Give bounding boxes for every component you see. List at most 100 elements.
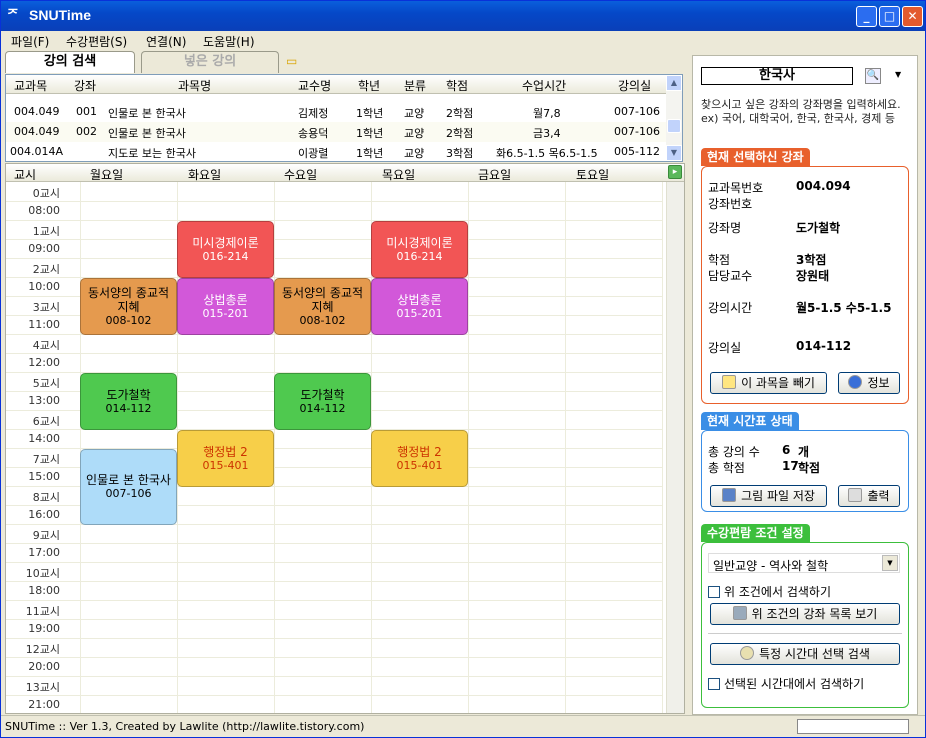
- search-in-condition-checkbox[interactable]: 위 조건에서 검색하기: [708, 583, 831, 600]
- course-block-room: 008-102: [299, 313, 346, 327]
- checkbox-icon[interactable]: [708, 678, 720, 690]
- row-line: [6, 657, 662, 658]
- course-list[interactable]: 교과목 강좌 과목명 교수명 학년 분류 학점 수업시간 강의실 004.049…: [5, 74, 683, 162]
- checkbox-icon[interactable]: [708, 586, 720, 598]
- course-block[interactable]: 상법총론 015-201: [371, 278, 468, 335]
- cell-section: 001: [76, 105, 97, 118]
- course-block[interactable]: 행정법 2 015-401: [177, 430, 274, 487]
- course-block-name: 행정법 2: [203, 444, 248, 459]
- time-value: 월5-1.5 수5-1.5: [796, 301, 892, 315]
- info-button[interactable]: 정보: [838, 372, 900, 394]
- minimize-button[interactable]: _: [856, 6, 877, 27]
- cell-credit: 2학점: [446, 127, 474, 140]
- menu-file[interactable]: 파일(F): [11, 33, 49, 50]
- col-name[interactable]: 과목명: [178, 77, 211, 94]
- menu-course-guide[interactable]: 수강편람(S): [66, 33, 127, 50]
- total-credits-label: 총 학점: [708, 461, 745, 475]
- clock-icon: [740, 646, 755, 660]
- search-icon[interactable]: 🔍: [865, 68, 881, 84]
- chevron-down-icon[interactable]: ▼: [895, 70, 901, 79]
- list-scrollbar[interactable]: ▲ ▼: [666, 75, 682, 161]
- course-block[interactable]: 미시경제이론 016-214: [177, 221, 274, 278]
- course-block[interactable]: 동서양의 종교적 지혜 008-102: [274, 278, 371, 335]
- expand-icon[interactable]: ▸: [668, 165, 682, 179]
- print-button[interactable]: 출력: [838, 485, 900, 507]
- maximize-button[interactable]: □: [879, 6, 900, 27]
- course-block-name: 행정법 2: [397, 444, 442, 459]
- time-search-button[interactable]: 특정 시간대 선택 검색: [710, 643, 900, 665]
- period-label: 1교시: [32, 225, 60, 238]
- scroll-down-icon[interactable]: ▼: [666, 145, 682, 161]
- new-tab-icon[interactable]: ▭: [286, 54, 300, 68]
- period-label: 3교시: [32, 301, 60, 314]
- col-code[interactable]: 교과목: [14, 77, 47, 94]
- selected-course-title: 현재 선택하신 강좌: [701, 148, 810, 166]
- col-tuesday: 화요일: [188, 168, 222, 182]
- cell-time: 화6.5-1.5 목6.5-1.5: [496, 147, 598, 160]
- menu-connect[interactable]: 연결(N): [146, 33, 186, 50]
- menu-help[interactable]: 도움말(H): [203, 33, 255, 50]
- table-row[interactable]: 004.049 001 인물로 본 한국사 김제정 1학년 교양 2학점 월7,…: [6, 102, 666, 122]
- period-label: 2교시: [32, 263, 60, 276]
- cell-time: 월7,8: [533, 107, 561, 120]
- course-block-room: 016-214: [202, 249, 249, 263]
- cell-category: 교양: [404, 127, 425, 140]
- category-select[interactable]: 일반교양 - 역사와 철학 ▼: [708, 553, 900, 573]
- row-line: [6, 543, 662, 544]
- col-room[interactable]: 강의실: [618, 77, 651, 94]
- course-block[interactable]: 미시경제이론 016-214: [371, 221, 468, 278]
- table-row[interactable]: 004.049 002 인물로 본 한국사 송용덕 1학년 교양 2학점 금3,…: [6, 122, 666, 142]
- close-button[interactable]: ✕: [902, 6, 923, 27]
- save-image-label: 그림 파일 저장: [741, 489, 815, 503]
- course-block-name: 인물로 본 한국사: [86, 473, 171, 487]
- col-credit[interactable]: 학점: [446, 77, 468, 94]
- credit-value: 3학점: [796, 253, 827, 267]
- col-section[interactable]: 강좌: [74, 77, 96, 94]
- tab-course-search[interactable]: 강의 검색: [5, 51, 135, 73]
- grid-scrollbar[interactable]: [666, 182, 684, 713]
- course-block[interactable]: 인물로 본 한국사 007-106: [80, 449, 177, 525]
- period-label: 09:00: [28, 242, 60, 255]
- scroll-thumb[interactable]: [667, 119, 681, 133]
- col-period: 교시: [14, 168, 37, 182]
- search-hint: 찾으시고 싶은 강좌의 강좌명을 입력하세요. ex) 국어, 대학국어, 한국…: [701, 98, 901, 125]
- course-block[interactable]: 상법총론 015-201: [177, 278, 274, 335]
- course-block[interactable]: 행정법 2 015-401: [371, 430, 468, 487]
- row-line: [6, 676, 662, 677]
- course-search-input[interactable]: 한국사: [701, 67, 853, 85]
- col-year[interactable]: 학년: [358, 77, 380, 94]
- col-time[interactable]: 수업시간: [522, 77, 566, 94]
- row-line: [6, 619, 662, 620]
- professor-value: 장원태: [796, 269, 830, 283]
- cell-year: 1학년: [356, 107, 384, 120]
- right-panel: 한국사 🔍 ▼ 찾으시고 싶은 강좌의 강좌명을 입력하세요. ex) 국어, …: [692, 55, 918, 715]
- course-block[interactable]: 도가철학 014-112: [80, 373, 177, 430]
- chevron-down-icon[interactable]: ▼: [882, 555, 898, 571]
- course-block[interactable]: 동서양의 종교적 지혜 008-102: [80, 278, 177, 335]
- period-label: 11:00: [28, 318, 60, 331]
- save-image-button[interactable]: 그림 파일 저장: [710, 485, 827, 507]
- period-label: 4교시: [32, 339, 60, 352]
- app-window: ᅎ SNUTime _ □ ✕ 파일(F) 수강편람(S) 연결(N) 도움말(…: [0, 0, 926, 738]
- col-line: [565, 182, 566, 713]
- col-category[interactable]: 분류: [404, 77, 426, 94]
- cell-credit: 3학점: [446, 147, 474, 160]
- total-credits-unit: 학점: [798, 461, 821, 475]
- search-in-condition-label: 위 조건에서 검색하기: [724, 585, 831, 599]
- title-bar[interactable]: ᅎ SNUTime _ □ ✕: [1, 1, 925, 31]
- time-label: 강의시간: [708, 301, 753, 315]
- tab-added-courses[interactable]: 넣은 강의: [141, 51, 279, 73]
- table-row[interactable]: 004.014A 지도로 보는 한국사 이광렬 1학년 교양 3학점 화6.5-…: [6, 142, 666, 161]
- scroll-up-icon[interactable]: ▲: [666, 75, 682, 91]
- timetable-grid: 교시 월요일 화요일 수요일 목요일 금요일 토요일 ▸ 0교시 08:00 1교시…: [5, 163, 685, 714]
- status-text: SNUTime :: Ver 1.3, Created by Lawlite (…: [5, 720, 365, 733]
- period-label: 14:00: [28, 432, 60, 445]
- cell-name: 지도로 보는 한국사: [108, 147, 196, 160]
- list-courses-button[interactable]: 위 조건의 강좌 목록 보기: [710, 603, 900, 625]
- course-block[interactable]: 도가철학 014-112: [274, 373, 371, 430]
- search-in-time-checkbox[interactable]: 선택된 시간대에서 검색하기: [708, 675, 864, 692]
- row-line: [6, 239, 662, 240]
- remove-course-button[interactable]: 이 과목을 빼기: [710, 372, 827, 394]
- status-bar: SNUTime :: Ver 1.3, Created by Lawlite (…: [1, 715, 925, 737]
- col-professor[interactable]: 교수명: [298, 77, 331, 94]
